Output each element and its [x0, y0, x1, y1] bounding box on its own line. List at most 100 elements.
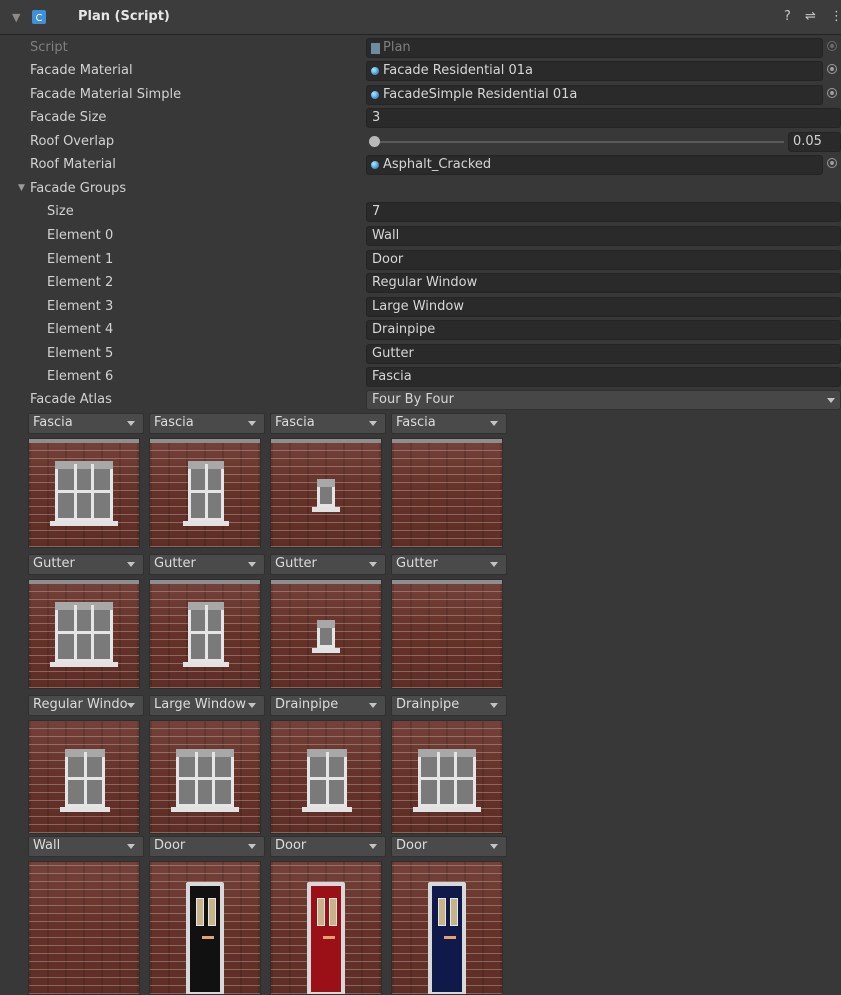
atlas-slot-dropdown[interactable]: Fascia	[391, 413, 507, 434]
window-sill	[183, 521, 229, 526]
roof-overlap-slider-thumb[interactable]	[369, 136, 380, 147]
gutter-strip	[29, 580, 139, 584]
atlas-slot-dropdown[interactable]: Drainpipe	[391, 695, 507, 716]
atlas-texture-tile	[28, 579, 140, 689]
window-illustration	[188, 461, 224, 521]
atlas-slot-dropdown[interactable]: Door	[149, 836, 265, 857]
window-sill	[60, 807, 110, 812]
atlas-slot-label: Fascia	[396, 415, 436, 430]
window-transom	[58, 630, 110, 634]
facade-group-element-label: Element 3	[47, 298, 114, 314]
facade-groups-size-row: Size 7	[0, 201, 841, 223]
window-lintel	[418, 749, 476, 757]
atlas-slot-dropdown[interactable]: Drainpipe	[270, 695, 386, 716]
facade-atlas-label: Facade Atlas	[30, 392, 112, 407]
facade-material-field[interactable]: Facade Residential 01a	[366, 61, 823, 81]
door-letterbox	[323, 936, 335, 939]
facade-group-element-input[interactable]: Gutter	[366, 343, 841, 364]
gutter-strip	[29, 439, 139, 443]
facade-groups-size-input[interactable]: 7	[366, 202, 841, 222]
atlas-texture-tile	[149, 579, 261, 689]
dropdown-arrow-icon	[127, 421, 135, 426]
gutter-strip	[150, 580, 260, 584]
atlas-slot-dropdown[interactable]: Fascia	[28, 413, 144, 434]
script-label: Script	[30, 40, 68, 55]
facade-groups-label: Facade Groups	[30, 181, 127, 196]
gutter-strip	[392, 580, 502, 584]
facade-material-simple-picker-icon[interactable]	[827, 88, 837, 98]
atlas-texture-tile	[149, 438, 261, 548]
door-illustration	[307, 882, 345, 994]
roof-overlap-slider-track[interactable]	[374, 141, 784, 143]
facade-atlas-dropdown[interactable]: Four By Four	[366, 390, 841, 410]
facade-material-simple-field[interactable]: FacadeSimple Residential 01a	[366, 85, 823, 105]
facade-group-element-row: Element 0 Wall	[0, 225, 841, 247]
dropdown-arrow-icon	[248, 562, 256, 567]
gutter-strip	[271, 439, 381, 443]
window-transom	[58, 489, 110, 493]
window-illustration	[55, 602, 113, 662]
dropdown-arrow-icon	[369, 562, 377, 567]
door-glass-panel	[329, 898, 337, 926]
component-header[interactable]: ▼ C Plan (Script) ? ⇌ ⋮	[0, 0, 841, 35]
atlas-slot-dropdown[interactable]: Gutter	[149, 554, 265, 575]
atlas-slot-dropdown[interactable]: Door	[270, 836, 386, 857]
roof-material-picker-icon[interactable]	[827, 158, 837, 168]
facade-material-simple-label: Facade Material Simple	[30, 87, 182, 102]
facade-group-element-input[interactable]: Large Window	[366, 296, 841, 317]
atlas-slot-dropdown[interactable]: Gutter	[28, 554, 144, 575]
script-icon: C	[32, 10, 46, 24]
facade-groups-size-label: Size	[47, 204, 74, 219]
settings-icon[interactable]: ⇌	[805, 9, 816, 25]
facade-group-element-input[interactable]: Fascia	[366, 367, 841, 387]
roof-overlap-label: Roof Overlap	[30, 134, 115, 149]
atlas-slot-dropdown[interactable]: Regular Windo	[28, 695, 144, 716]
window-transom	[421, 776, 473, 780]
window-sill	[50, 662, 118, 667]
atlas-slot-label: Fascia	[154, 415, 194, 430]
roof-overlap-value[interactable]: 0.05	[788, 132, 841, 152]
door-glass-panel	[196, 898, 204, 926]
facade-group-element-row: Element 5 Gutter	[0, 343, 841, 365]
roof-material-field[interactable]: Asphalt_Cracked	[366, 155, 823, 175]
script-row: Script Plan	[0, 37, 841, 59]
atlas-slot-dropdown[interactable]: Fascia	[270, 413, 386, 434]
script-asset-icon	[371, 43, 380, 54]
atlas-slot-dropdown[interactable]: Large Window	[149, 695, 265, 716]
atlas-slot-dropdown[interactable]: Fascia	[149, 413, 265, 434]
help-icon[interactable]: ?	[784, 9, 791, 25]
context-menu-icon[interactable]: ⋮	[830, 9, 841, 25]
facade-group-element-input[interactable]: Regular Window	[366, 273, 841, 293]
dropdown-arrow-icon	[127, 703, 135, 708]
atlas-slot-label: Fascia	[275, 415, 315, 430]
gutter-strip	[150, 439, 260, 443]
facade-group-element-label: Element 2	[47, 275, 114, 290]
facade-material-picker-icon[interactable]	[827, 64, 837, 74]
facade-group-element-input[interactable]: Drainpipe	[366, 320, 841, 340]
roof-overlap-row: Roof Overlap 0.05	[0, 131, 841, 153]
dropdown-arrow-icon	[490, 562, 498, 567]
atlas-slot-dropdown[interactable]: Wall	[28, 836, 144, 857]
atlas-slot-dropdown[interactable]: Gutter	[391, 554, 507, 575]
window-illustration	[188, 602, 224, 662]
window-sill	[302, 807, 352, 812]
window-illustration	[176, 749, 234, 807]
facade-groups-row[interactable]: ▼ Facade Groups	[0, 178, 841, 200]
svg-text:C: C	[36, 13, 43, 24]
facade-group-element-input[interactable]: Wall	[366, 226, 841, 246]
window-illustration	[317, 479, 335, 507]
window-illustration	[317, 620, 335, 648]
facade-group-element-label: Element 6	[47, 369, 114, 384]
dropdown-arrow-icon	[248, 844, 256, 849]
door-glass-panel	[208, 898, 216, 926]
facade-group-element-input[interactable]: Door	[366, 249, 841, 270]
dropdown-arrow-icon	[127, 844, 135, 849]
atlas-texture-tile	[391, 861, 503, 995]
atlas-slot-dropdown[interactable]: Gutter	[270, 554, 386, 575]
atlas-slot-dropdown[interactable]: Door	[391, 836, 507, 857]
foldout-arrow-icon[interactable]: ▼	[12, 11, 20, 24]
facade-size-input[interactable]: 3	[366, 108, 841, 128]
atlas-slot-label: Door	[275, 838, 307, 853]
foldout-arrow-icon[interactable]: ▼	[18, 183, 25, 193]
dropdown-arrow-icon	[490, 703, 498, 708]
